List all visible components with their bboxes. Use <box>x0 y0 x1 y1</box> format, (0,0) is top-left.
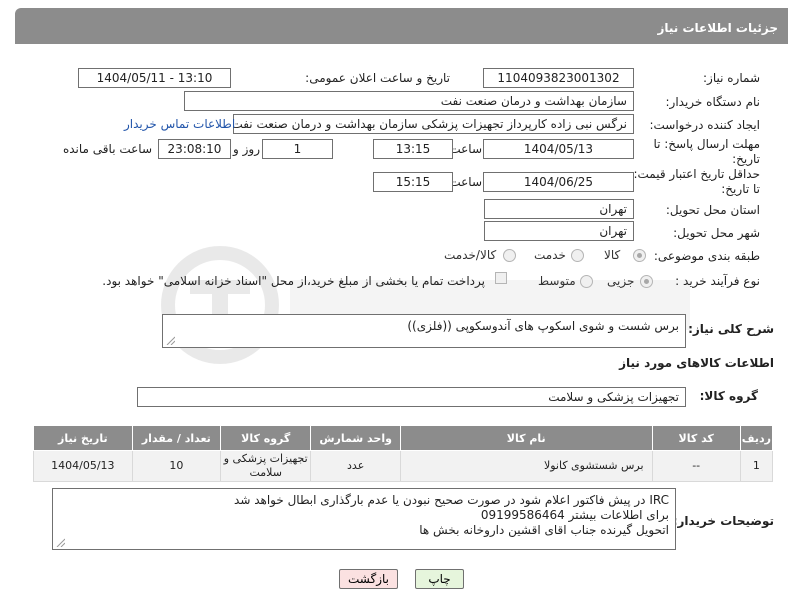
process-minor-label: جزیی <box>607 274 635 288</box>
cell-need-date: 1404/05/13 <box>33 450 133 482</box>
resize-grip-icon[interactable] <box>55 537 65 547</box>
remaining-time-field[interactable]: 23:08:10 <box>158 139 231 159</box>
items-table: ردیف کد کالا نام کالا واحد شمارش گروه کا… <box>33 425 774 482</box>
category-goods-radio[interactable] <box>633 249 646 262</box>
buyer-note-line: IRC در پیش فاکتور اعلام شود در صورت صحیح… <box>234 493 669 507</box>
category-goods-label: کالا <box>604 248 621 262</box>
process-type-label: نوع فرآیند خرید : <box>675 274 760 288</box>
category-both-label: کالا/خدمت <box>444 248 497 262</box>
need-number-field[interactable]: 1104093823001302 <box>483 68 634 88</box>
panel-title: جزئیات اطلاعات نیاز <box>657 21 778 35</box>
process-medium-radio[interactable] <box>580 275 593 288</box>
goods-section-title: اطلاعات کالاهای مورد نیاز <box>619 356 774 370</box>
category-both-radio[interactable] <box>503 249 516 262</box>
treasury-payment-note: پرداخت تمام یا بخشی از مبلغ خرید،از محل … <box>102 274 485 288</box>
table-row[interactable]: 1 -- برس شستشوی کانولا عدد تجهیزات پزشکی… <box>33 450 774 482</box>
deadline-time-field[interactable]: 13:15 <box>373 139 453 159</box>
resize-grip-icon[interactable] <box>165 335 175 345</box>
buyer-note-line: اتحویل گیرنده جناب اقای اقشین داروخانه ب… <box>419 523 669 537</box>
creator-label: ایجاد کننده درخواست: <box>649 118 760 132</box>
price-date-field[interactable]: 1404/06/25 <box>483 172 634 192</box>
print-button[interactable]: چاپ <box>415 569 464 589</box>
deadline-label-2: تاریخ: <box>732 152 760 166</box>
cell-unit: عدد <box>310 450 401 482</box>
buyer-notes-label: توضیحات خریدار: <box>672 514 774 528</box>
back-button[interactable]: بازگشت <box>339 569 398 589</box>
col-group: گروه کالا <box>220 425 312 451</box>
need-number-label: شماره نیاز: <box>703 71 760 85</box>
buyer-org-label: نام دستگاه خریدار: <box>665 95 761 109</box>
city-field[interactable]: تهران <box>484 221 634 241</box>
category-service-radio[interactable] <box>571 249 584 262</box>
col-unit: واحد شمارش <box>310 425 401 451</box>
goods-group-field[interactable]: تجهیزات پزشکی و سلامت <box>137 387 686 407</box>
creator-field[interactable]: نرگس نبی زاده کارپرداز تجهیزات پزشکی ساز… <box>233 114 634 134</box>
table-header-row: ردیف کد کالا نام کالا واحد شمارش گروه کا… <box>33 425 774 451</box>
days-field[interactable]: 1 <box>262 139 333 159</box>
description-text: برس شست و شوی اسکوپ های آندوسکوپی ((فلزی… <box>407 319 679 333</box>
watermark-logo <box>161 246 690 364</box>
announce-field[interactable]: 1404/05/11 - 13:10 <box>78 68 231 88</box>
buyer-note-line: برای اطلاعات بیشتر 09199586464 <box>480 508 669 522</box>
cell-row: 1 <box>739 450 774 482</box>
province-label: استان محل تحویل: <box>665 203 760 217</box>
treasury-payment-checkbox[interactable] <box>495 272 507 284</box>
cell-quantity: 10 <box>131 450 222 482</box>
days-label: روز و <box>233 142 260 156</box>
description-textarea[interactable]: برس شست و شوی اسکوپ های آندوسکوپی ((فلزی… <box>162 314 686 348</box>
cell-group: تجهیزات پزشکی و سلامت <box>220 450 312 482</box>
price-validity-label-2: تا تاریخ: <box>721 182 760 196</box>
process-medium-label: متوسط <box>538 274 576 288</box>
price-time-label: ساعت <box>449 175 482 189</box>
col-need-date: تاریخ نیاز <box>33 425 133 451</box>
announce-label: تاریخ و ساعت اعلان عمومی: <box>305 71 450 85</box>
category-service-label: خدمت <box>534 248 566 262</box>
col-row: ردیف <box>739 425 774 451</box>
deadline-date-field[interactable]: 1404/05/13 <box>483 139 634 159</box>
description-label: شرح کلی نیاز: <box>688 322 774 336</box>
process-minor-radio[interactable] <box>640 275 653 288</box>
col-name: نام کالا <box>399 425 653 451</box>
buyer-notes-textarea[interactable]: IRC در پیش فاکتور اعلام شود در صورت صحیح… <box>52 488 676 550</box>
cell-code: -- <box>651 450 741 482</box>
col-code: کد کالا <box>651 425 741 451</box>
col-quantity: تعداد / مقدار <box>131 425 222 451</box>
deadline-time-label: ساعت <box>449 142 482 156</box>
cell-name: برس شستشوی کانولا <box>399 450 653 482</box>
province-field[interactable]: تهران <box>484 199 634 219</box>
buyer-contact-link[interactable]: اطلاعات تماس خریدار <box>124 117 235 131</box>
deadline-label: مهلت ارسال پاسخ: تا <box>653 137 760 151</box>
price-validity-label: حداقل تاریخ اعتبار قیمت: <box>633 167 760 181</box>
buyer-org-field[interactable]: سازمان بهداشت و درمان صنعت نفت <box>184 91 634 111</box>
remaining-label: ساعت باقی مانده <box>62 142 152 156</box>
price-time-field[interactable]: 15:15 <box>373 172 453 192</box>
category-label: طبقه بندی موضوعی: <box>653 249 760 263</box>
panel-header: جزئیات اطلاعات نیاز <box>15 8 788 44</box>
goods-group-label: گروه کالا: <box>699 389 758 403</box>
city-label: شهر محل تحویل: <box>673 226 760 240</box>
